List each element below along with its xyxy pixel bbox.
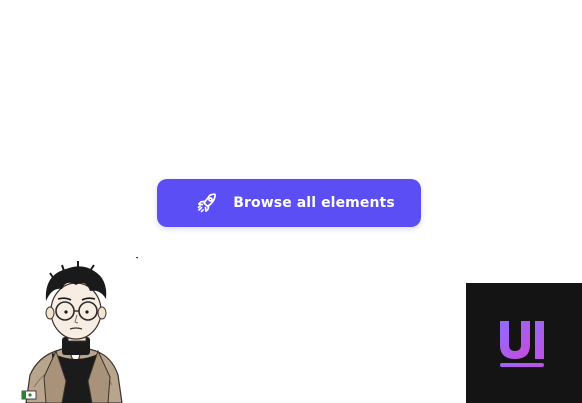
- avatar: [16, 257, 139, 403]
- ui-logo-mark: [500, 321, 544, 367]
- page: Browse all elements: [0, 0, 582, 403]
- ui-logo: [466, 283, 582, 403]
- browse-button-label: Browse all elements: [233, 195, 395, 211]
- browse-all-elements-button[interactable]: Browse all elements: [157, 179, 421, 227]
- rocket-icon: [195, 191, 219, 215]
